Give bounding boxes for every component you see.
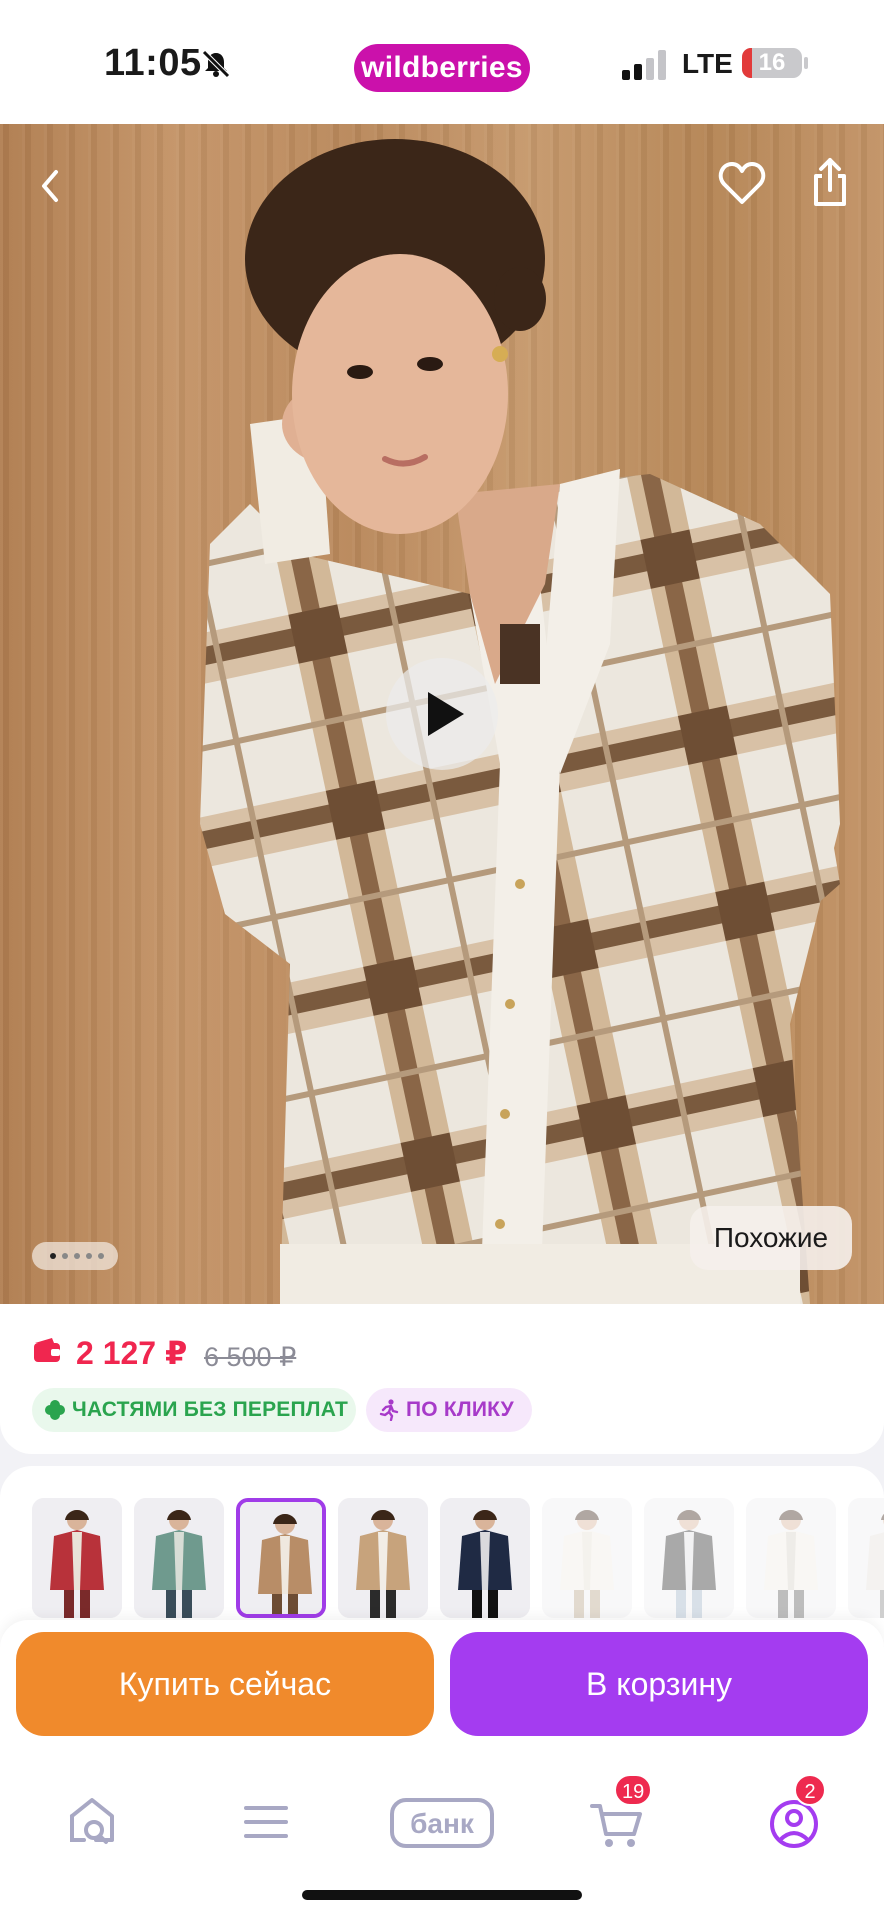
- clover-icon: [45, 1400, 65, 1420]
- brand-logo: wildberries: [354, 44, 530, 92]
- nav-catalog[interactable]: [224, 1782, 308, 1862]
- action-bar: Купить сейчас В корзину: [0, 1620, 884, 1760]
- play-video-button[interactable]: [386, 658, 498, 770]
- pagination-dot: [74, 1253, 80, 1259]
- signal-icon: [622, 50, 666, 80]
- color-variant-thumbnail[interactable]: [236, 1498, 326, 1618]
- pagination-dot: [86, 1253, 92, 1259]
- buy-now-button[interactable]: Купить сейчас: [16, 1632, 434, 1736]
- running-person-icon: [379, 1399, 399, 1421]
- profile-notification-badge: 2: [794, 1774, 826, 1806]
- add-to-cart-button[interactable]: В корзину: [450, 1632, 868, 1736]
- play-icon: [428, 692, 464, 736]
- color-variant-thumbnail[interactable]: [32, 1498, 122, 1618]
- home-search-icon: [70, 1798, 114, 1844]
- similar-button[interactable]: Похожие: [690, 1206, 852, 1270]
- cart-count-badge: 19: [614, 1774, 653, 1806]
- photo-pagination: [32, 1242, 118, 1270]
- installment-badge[interactable]: ЧАСТЯМИ БЕЗ ПЕРЕПЛАТ: [32, 1388, 356, 1432]
- bank-label: банк: [410, 1808, 475, 1839]
- nav-profile[interactable]: 2: [752, 1774, 836, 1862]
- battery-level: 16: [758, 49, 786, 76]
- status-bar: 11:05 wildberries LTE 16: [0, 0, 884, 124]
- one-click-label: ПО КЛИКУ: [406, 1398, 514, 1421]
- color-variant-thumbnail[interactable]: [338, 1498, 428, 1618]
- heart-icon[interactable]: [712, 154, 772, 214]
- old-price: 6 500 ₽: [204, 1342, 297, 1372]
- pagination-dot: [62, 1253, 68, 1259]
- current-price: 2 127 ₽: [76, 1335, 188, 1371]
- wallet-icon: [34, 1338, 60, 1362]
- product-photo[interactable]: Похожие: [0, 124, 884, 1304]
- nav-home[interactable]: [50, 1782, 134, 1862]
- color-variant-thumbnail[interactable]: [848, 1498, 884, 1618]
- pagination-dot: [50, 1253, 56, 1259]
- pagination-dot: [98, 1253, 104, 1259]
- installment-label: ЧАСТЯМИ БЕЗ ПЕРЕПЛАТ: [72, 1398, 349, 1421]
- color-variant-thumbnail[interactable]: [644, 1498, 734, 1618]
- color-variants: [0, 1466, 884, 1646]
- battery-indicator: 16: [742, 48, 802, 78]
- color-variant-thumbnail[interactable]: [134, 1498, 224, 1618]
- share-icon[interactable]: [800, 152, 860, 212]
- back-icon[interactable]: [20, 156, 80, 216]
- color-variant-thumbnail[interactable]: [440, 1498, 530, 1618]
- nav-bank[interactable]: банк: [388, 1782, 498, 1862]
- bank-icon: банк: [390, 1798, 494, 1848]
- bottom-nav: банк 19 2: [0, 1760, 884, 1920]
- bell-muted-icon: [202, 50, 230, 78]
- menu-icon: [244, 1806, 288, 1838]
- one-click-badge[interactable]: ПО КЛИКУ: [366, 1388, 532, 1432]
- price-card: 2 127 ₽ 6 500 ₽ ЧАСТЯМИ БЕЗ ПЕРЕПЛАТ ПО …: [0, 1304, 884, 1454]
- color-variant-thumbnail[interactable]: [542, 1498, 632, 1618]
- status-time: 11:05: [104, 42, 202, 84]
- network-type: LTE: [682, 48, 733, 79]
- home-indicator: [302, 1890, 582, 1900]
- nav-cart[interactable]: 19: [574, 1774, 658, 1862]
- battery-cap: [804, 57, 808, 69]
- color-variant-thumbnail[interactable]: [746, 1498, 836, 1618]
